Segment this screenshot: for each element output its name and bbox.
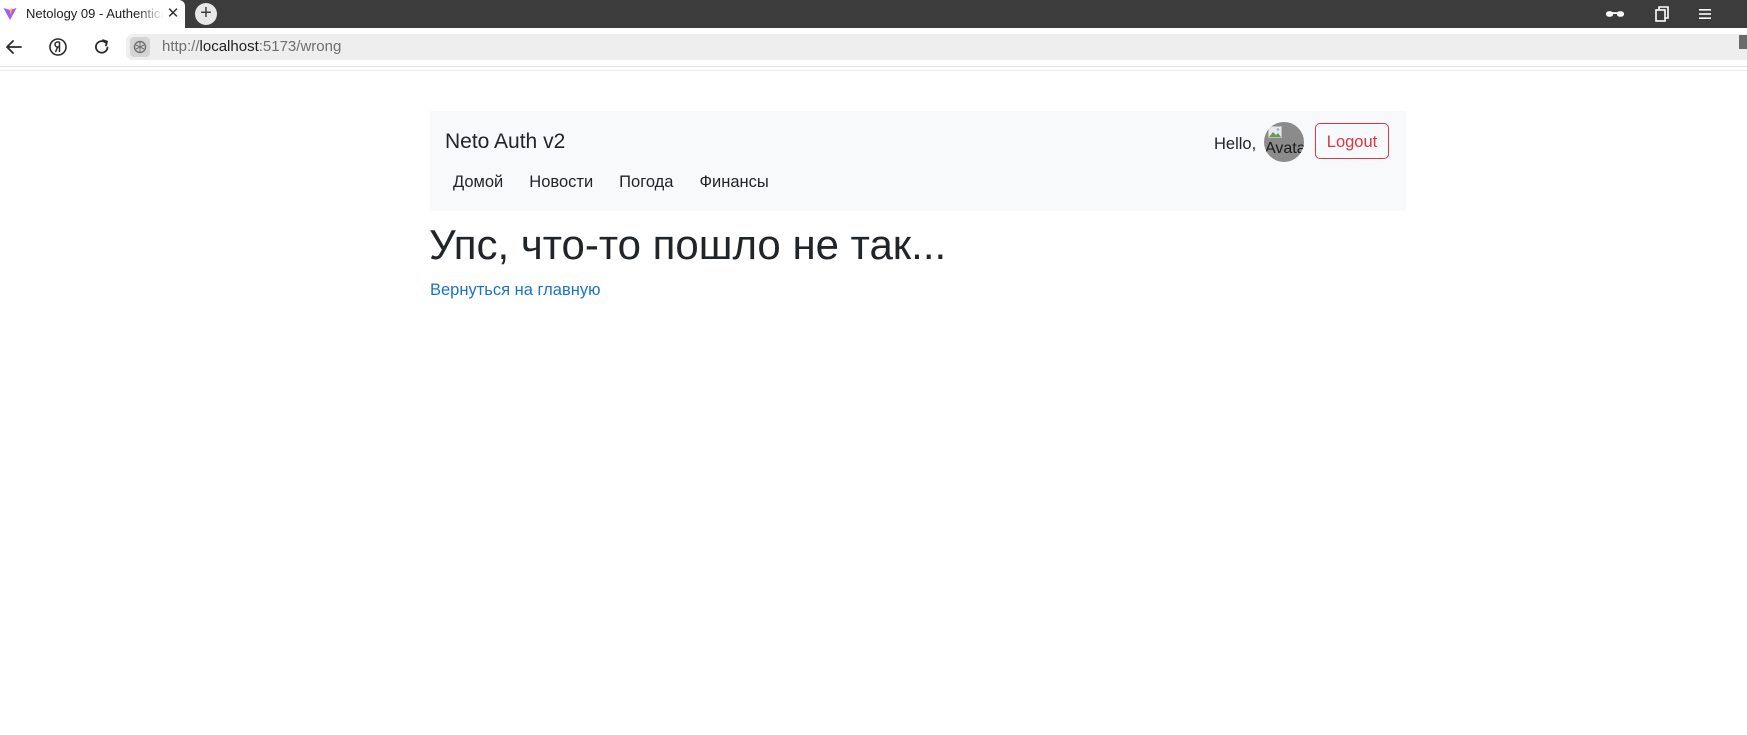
- broken-image-icon: [1268, 126, 1282, 138]
- url-text: http://localhost:5173/wrong: [162, 38, 342, 55]
- nav-link-home[interactable]: Домой: [453, 170, 503, 194]
- nav-link-news[interactable]: Новости: [529, 170, 593, 194]
- avatar: Avatar: [1264, 122, 1304, 162]
- reload-icon[interactable]: [92, 37, 112, 57]
- collections-icon[interactable]: [1652, 4, 1672, 24]
- menu-icon[interactable]: [1695, 4, 1715, 24]
- home-link[interactable]: Вернуться на главную: [430, 278, 600, 302]
- nav-links: Домой Новости Погода Финансы: [453, 170, 769, 194]
- greeting-text: Hello,: [1214, 135, 1257, 153]
- site-info-icon[interactable]: [130, 37, 150, 57]
- browser-address-bar: http://localhost:5173/wrong: [0, 28, 1747, 67]
- back-icon[interactable]: [4, 37, 24, 57]
- divider: [0, 70, 1747, 71]
- reader-mode-icon[interactable]: [1605, 4, 1625, 24]
- bookmark-icon[interactable]: [1739, 35, 1747, 49]
- new-tab-button[interactable]: +: [195, 3, 217, 25]
- page-title: Упс, что-то пошло не так...: [429, 221, 947, 268]
- browser-tab[interactable]: Netology 09 - Authentication ✕: [0, 0, 185, 28]
- yandex-icon[interactable]: [48, 37, 68, 57]
- tab-close-icon[interactable]: ✕: [166, 5, 180, 23]
- nav-link-finance[interactable]: Финансы: [699, 170, 768, 194]
- avatar-alt-text: Avatar: [1265, 140, 1304, 157]
- browser-tab-bar: Netology 09 - Authentication ✕ +: [0, 0, 1747, 28]
- navbar-brand[interactable]: Neto Auth v2: [445, 129, 565, 155]
- nav-link-weather[interactable]: Погода: [619, 170, 673, 194]
- app-navbar: Neto Auth v2 Домой Новости Погода Финанс…: [430, 111, 1406, 211]
- vite-favicon-icon: [3, 8, 17, 20]
- logout-button[interactable]: Logout: [1315, 123, 1389, 159]
- url-field[interactable]: http://localhost:5173/wrong: [126, 34, 1747, 60]
- tab-title: Netology 09 - Authentication: [26, 6, 164, 21]
